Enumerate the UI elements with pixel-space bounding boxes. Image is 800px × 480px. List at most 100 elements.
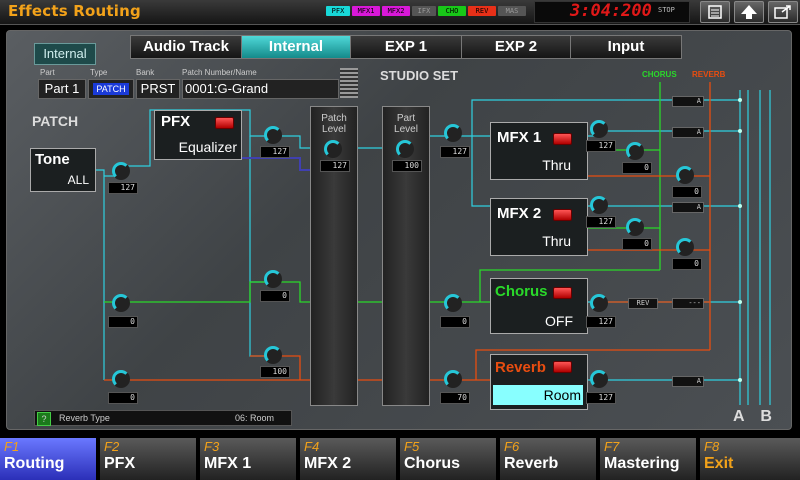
part-level-label-1: Part (396, 113, 416, 124)
mfx1-switch[interactable] (553, 133, 572, 145)
pfx-title: PFX (161, 113, 191, 130)
f7-name: Mastering (604, 455, 680, 472)
output-assign-reverb[interactable]: A (672, 376, 704, 387)
pfx-chorus-knob[interactable] (264, 270, 282, 288)
f8-number: F8 (704, 439, 720, 454)
mfx2-block[interactable]: MFX 2 Thru (490, 198, 588, 256)
reverb-title: Reverb (495, 359, 546, 376)
reverb-output-knob[interactable] (590, 370, 608, 388)
status-param: Reverb Type (59, 413, 110, 423)
patch-chorus-value: 0 (108, 316, 138, 328)
reverb-bus-label: REVERB (692, 70, 726, 79)
part-chorus-value: 0 (440, 316, 470, 328)
patch-level-label-2: Level (322, 124, 346, 135)
mfx2-chorus-knob[interactable] (626, 218, 644, 236)
f8-exit-button[interactable]: F8 Exit (700, 438, 800, 480)
mfx1-chorus-value: 0 (622, 162, 652, 174)
chorus-switch[interactable] (553, 287, 572, 299)
chorus-block[interactable]: Chorus OFF (490, 278, 588, 334)
reverb-block[interactable]: Reverb Room (490, 354, 588, 410)
tone-value: ALL (67, 173, 89, 187)
output-assign-chorus[interactable]: --- (672, 298, 704, 309)
output-assign-dry[interactable]: A (672, 96, 704, 107)
patch-chorus-knob[interactable] (112, 294, 130, 312)
patch-level-value: 127 (320, 160, 350, 172)
mfx1-reverb-knob[interactable] (676, 166, 694, 184)
output-ab-label: A B (733, 408, 778, 425)
pfx-chorus-value: 0 (260, 290, 290, 302)
mfx1-title: MFX 1 (497, 129, 542, 146)
reverb-switch[interactable] (553, 361, 572, 373)
chorus-output-value: 127 (586, 316, 616, 328)
f3-number: F3 (204, 439, 220, 454)
mfx-input-knob[interactable] (444, 124, 462, 142)
pfx-reverb-knob[interactable] (264, 346, 282, 364)
f1-name: Routing (4, 455, 65, 472)
f2-number: F2 (104, 439, 120, 454)
part-level-value: 100 (392, 160, 422, 172)
mfx2-reverb-knob[interactable] (676, 238, 694, 256)
f5-chorus-button[interactable]: F5 Chorus (400, 438, 497, 480)
part-reverb-knob[interactable] (444, 370, 462, 388)
f6-number: F6 (504, 439, 520, 454)
mfx2-output-value: 127 (586, 216, 616, 228)
part-reverb-value: 70 (440, 392, 470, 404)
tone-block[interactable]: Tone ALL (30, 148, 96, 192)
f8-name: Exit (704, 455, 734, 472)
pfx-switch[interactable] (215, 117, 234, 129)
f5-name: Chorus (404, 455, 460, 472)
mfx1-value: Thru (542, 157, 571, 173)
mfx1-block[interactable]: MFX 1 Thru (490, 122, 588, 180)
status-bar: ? Reverb Type 06: Room (34, 410, 292, 426)
status-value: 06: Room (235, 413, 275, 423)
tone-output-knob[interactable] (112, 162, 130, 180)
pfx-output-knob[interactable] (264, 126, 282, 144)
f7-number: F7 (604, 439, 620, 454)
f3-mfx1-button[interactable]: F3 MFX 1 (200, 438, 297, 480)
patch-reverb-knob[interactable] (112, 370, 130, 388)
output-assign-mfx1[interactable]: A (672, 127, 704, 138)
reverb-value[interactable]: Room (493, 385, 583, 405)
pfx-value: Equalizer (178, 139, 237, 155)
f6-reverb-button[interactable]: F6 Reverb (500, 438, 597, 480)
tone-title: Tone (35, 151, 70, 168)
f7-mastering-button[interactable]: F7 Mastering (600, 438, 697, 480)
f2-pfx-button[interactable]: F2 PFX (100, 438, 197, 480)
chorus-to-reverb-tag[interactable]: REV (628, 298, 658, 309)
part-chorus-knob[interactable] (444, 294, 462, 312)
patch-level-label-1: Patch (321, 113, 347, 124)
f6-name: Reverb (504, 455, 559, 472)
mfx1-reverb-value: 0 (672, 186, 702, 198)
mfx-input-value: 127 (440, 146, 470, 158)
mfx1-output-knob[interactable] (590, 120, 608, 138)
f5-number: F5 (404, 439, 420, 454)
f1-number: F1 (4, 439, 20, 454)
patch-reverb-value: 0 (108, 392, 138, 404)
f4-mfx2-button[interactable]: F4 MFX 2 (300, 438, 397, 480)
f1-routing-button[interactable]: F1 Routing (0, 438, 97, 480)
output-assign-mfx2[interactable]: A (672, 202, 704, 213)
chorus-value: OFF (545, 313, 573, 329)
part-level-label-2: Level (394, 124, 418, 135)
f3-name: MFX 1 (204, 455, 252, 472)
pfx-output-value: 127 (260, 146, 290, 158)
chorus-output-knob[interactable] (590, 294, 608, 312)
pfx-reverb-value: 100 (260, 366, 290, 378)
mfx2-output-knob[interactable] (590, 196, 608, 214)
help-icon[interactable]: ? (37, 412, 51, 426)
f4-number: F4 (304, 439, 320, 454)
chorus-title: Chorus (495, 283, 548, 300)
mfx1-chorus-knob[interactable] (626, 142, 644, 160)
patch-level-knob[interactable] (324, 140, 342, 158)
chorus-bus-label: CHORUS (642, 70, 677, 79)
f2-name: PFX (104, 455, 136, 472)
reverb-output-value: 127 (586, 392, 616, 404)
pfx-block[interactable]: PFX Equalizer (154, 110, 242, 160)
mfx2-switch[interactable] (553, 209, 572, 221)
f4-name: MFX 2 (304, 455, 352, 472)
mfx2-value: Thru (542, 233, 571, 249)
part-level-knob[interactable] (396, 140, 414, 158)
mfx2-reverb-value: 0 (672, 258, 702, 270)
mfx2-title: MFX 2 (497, 205, 542, 222)
tone-output-value: 127 (108, 182, 138, 194)
